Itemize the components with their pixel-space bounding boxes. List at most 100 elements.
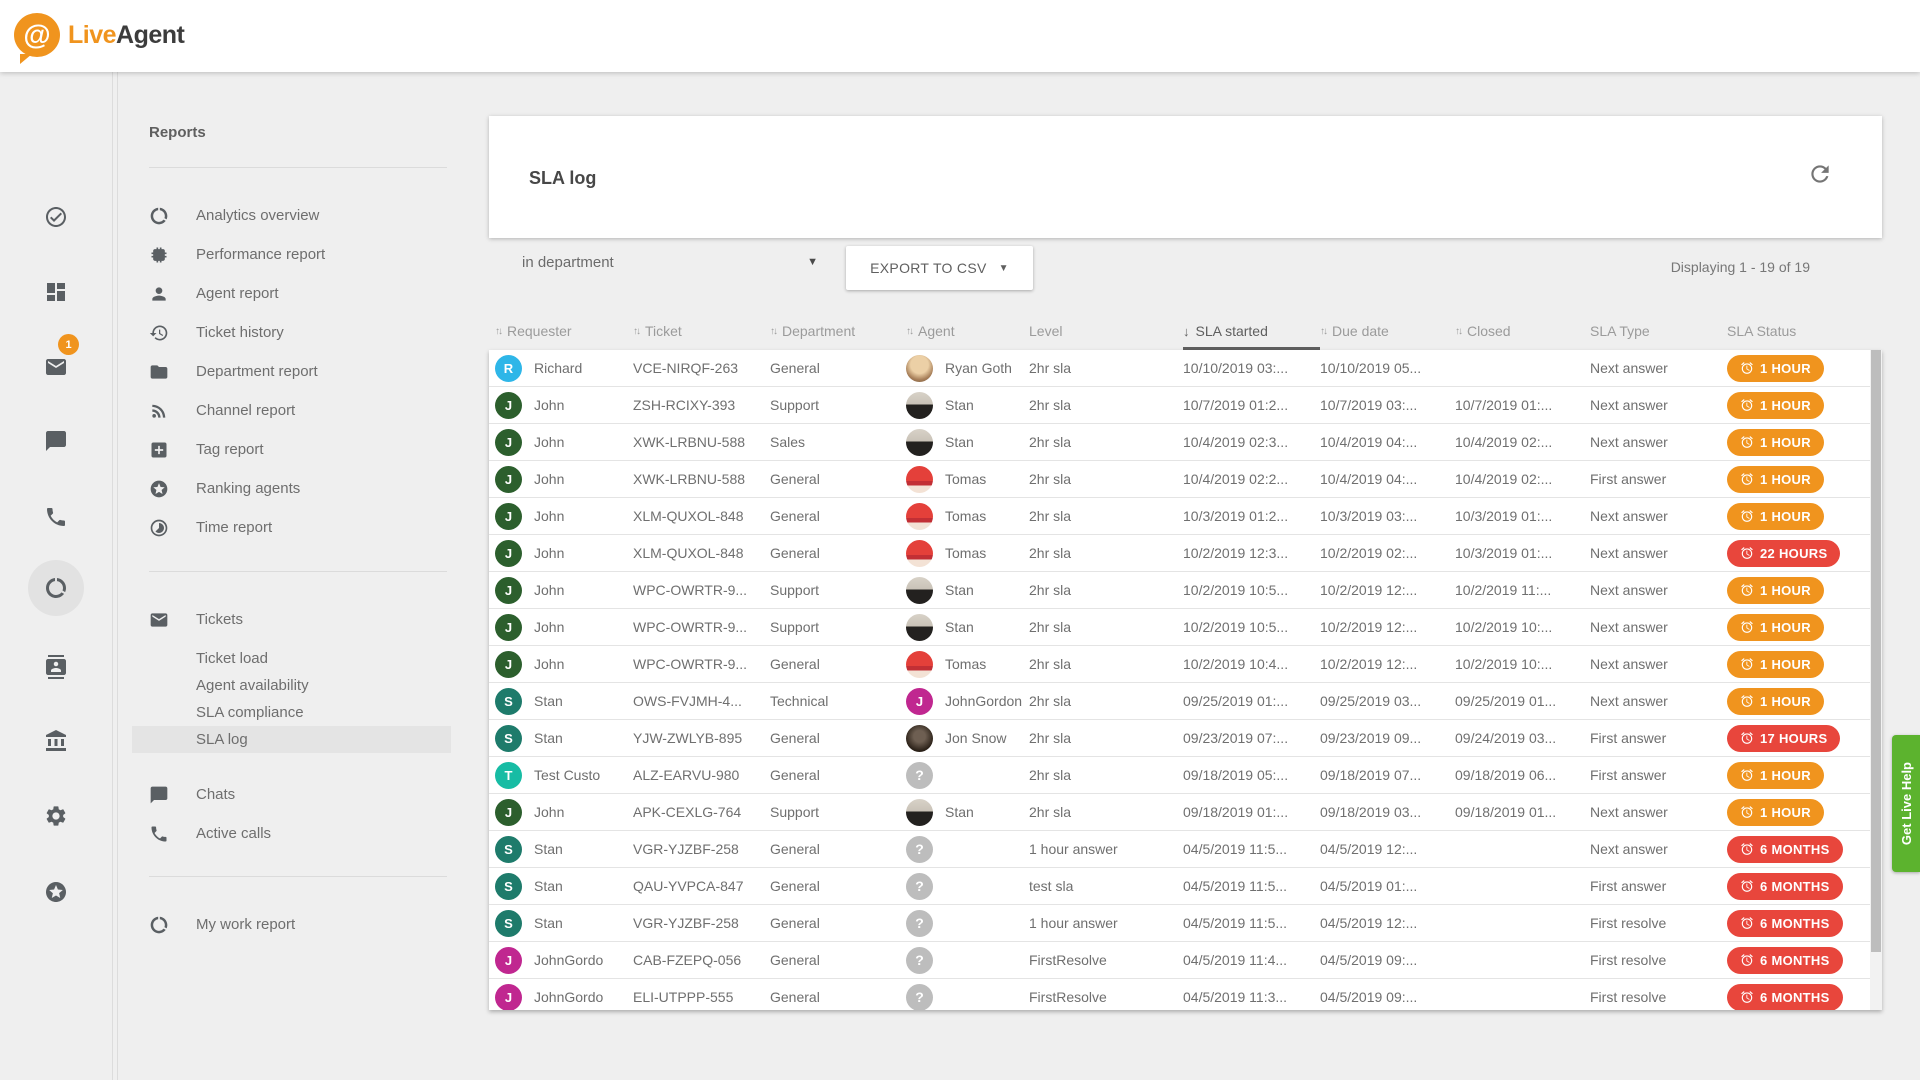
ticket-cell: WPC-OWRTR-9... [633,656,770,672]
chevron-down-icon: ▼ [807,256,818,268]
sidebar-item-active-calls[interactable]: Active calls [118,814,450,853]
sidebar-item-performance-report[interactable]: Performance report [118,235,450,274]
requester-cell: JJohnGordo [495,947,633,974]
table-row[interactable]: JJohnWPC-OWRTR-9...SupportStan2hr sla10/… [489,572,1882,609]
alarm-icon [1740,361,1754,375]
rail-item-dashboard[interactable] [32,268,80,316]
mail-icon [44,355,68,379]
table-row[interactable]: SStanVGR-YJZBF-258General?1 hour answer0… [489,905,1882,942]
requester-cell: JJohn [495,466,633,493]
table-row[interactable]: JJohnXLM-QUXOL-848GeneralTomas2hr sla10/… [489,498,1882,535]
sidebar-subitem-ticket-load[interactable]: Ticket load [132,645,451,672]
sidebar-item-ticket-history[interactable]: Ticket history [118,313,450,352]
table-row[interactable]: SStanVGR-YJZBF-258General?1 hour answer0… [489,831,1882,868]
agent-cell: Tomas [906,651,1029,678]
table-row[interactable]: SStanQAU-YVPCA-847General?test sla04/5/2… [489,868,1882,905]
sla-status-cell: 6 MONTHS [1727,910,1882,937]
scrollbar-thumb[interactable] [1871,350,1881,952]
requester-avatar: J [495,577,522,604]
requester-cell: RRichard [495,355,633,382]
chat-icon [149,785,169,805]
sla-status-cell: 1 HOUR [1727,503,1882,530]
column-header-agent[interactable]: ↑↓Agent [906,323,1029,339]
column-header-requester[interactable]: ↑↓Requester [495,323,633,339]
sla-started-cell: 04/5/2019 11:5... [1183,915,1320,931]
due-date-cell: 09/25/2019 03... [1320,693,1455,709]
mail-icon [149,610,169,630]
table-row[interactable]: JJohnZSH-RCIXY-393SupportStan2hr sla10/7… [489,387,1882,424]
column-header-closed[interactable]: ↑↓Closed [1455,323,1590,339]
table-row[interactable]: JJohnXLM-QUXOL-848GeneralTomas2hr sla10/… [489,535,1882,572]
rail-item-reports[interactable] [28,560,84,616]
sidebar-item-analytics-overview[interactable]: Analytics overview [118,196,450,235]
sidebar-subitem-agent-availability[interactable]: Agent availability [132,672,451,699]
closed-cell: 10/3/2019 01:... [1455,508,1590,524]
department-filter-select[interactable]: in department ▼ [522,242,818,282]
sidebar-item-label: Chats [196,786,235,803]
column-header-department[interactable]: ↑↓Department [770,323,906,339]
table-scrollbar [1870,350,1882,1010]
phone-icon [149,824,169,844]
table-row[interactable]: SStanOWS-FVJMH-4...TechnicalJJohnGordon2… [489,683,1882,720]
column-header-ticket[interactable]: ↑↓Ticket [633,323,770,339]
ticket-cell: QAU-YVPCA-847 [633,878,770,894]
due-date-cell: 10/2/2019 12:... [1320,656,1455,672]
level-cell: 1 hour answer [1029,915,1183,931]
export-to-csv-button[interactable]: EXPORT TO CSV ▼ [846,246,1033,290]
agent-avatar [906,355,933,382]
sidebar-item-label: Active calls [196,825,271,842]
table-row[interactable]: JJohnXWK-LRBNU-588SalesStan2hr sla10/4/2… [489,424,1882,461]
sidebar-subitem-sla-log[interactable]: SLA log [132,726,451,753]
sidebar-item-my-work-report[interactable]: My work report [118,905,450,944]
column-header-due-date[interactable]: ↑↓Due date [1320,323,1455,339]
rail-item-contacts[interactable] [32,643,80,691]
column-header-sla-started[interactable]: ↓SLA started [1183,323,1320,339]
closed-cell: 09/18/2019 06... [1455,767,1590,783]
table-row[interactable]: JJohnGordoCAB-FZEPQ-056General?FirstReso… [489,942,1882,979]
table-row[interactable]: JJohnXWK-LRBNU-588GeneralTomas2hr sla10/… [489,461,1882,498]
agent-cell: ? [906,984,1029,1011]
table-row[interactable]: JJohnWPC-OWRTR-9...SupportStan2hr sla10/… [489,609,1882,646]
get-live-help-tab[interactable]: Get Live Help [1892,735,1920,872]
liveagent-logo[interactable]: @ LiveAgent [14,13,184,57]
rail-item-gear[interactable] [32,792,80,840]
sidebar-item-channel-report[interactable]: Channel report [118,391,450,430]
sla-started-cell: 04/5/2019 11:4... [1183,952,1320,968]
sidebar-item-chats[interactable]: Chats [118,775,450,814]
sidebar-item-label: Tag report [196,441,264,458]
rail-item-check-circle[interactable] [32,193,80,241]
ticket-cell: VGR-YJZBF-258 [633,915,770,931]
table-row[interactable]: TTest CustoALZ-EARVU-980General?2hr sla0… [489,757,1882,794]
agent-cell: Jon Snow [906,725,1029,752]
table-row[interactable]: JJohnGordoELI-UTPPP-555General?FirstReso… [489,979,1882,1010]
rail-item-bank[interactable] [32,717,80,765]
table-row[interactable]: JJohnAPK-CEXLG-764SupportStan2hr sla09/1… [489,794,1882,831]
status-badge: 1 HOUR [1727,355,1824,382]
table-row[interactable]: JJohnWPC-OWRTR-9...GeneralTomas2hr sla10… [489,646,1882,683]
reports-icon [44,576,68,600]
requester-cell: JJohn [495,651,633,678]
rail-item-star-circle[interactable] [32,868,80,916]
alarm-icon [1740,990,1754,1004]
rail-item-phone[interactable] [32,493,80,541]
sidebar-item-tickets[interactable]: Tickets [118,600,450,639]
sla-started-cell: 09/23/2019 07:... [1183,730,1320,746]
sidebar-item-tag-report[interactable]: Tag report [118,430,450,469]
rail-item-chat[interactable] [32,417,80,465]
table-row[interactable]: SStanYJW-ZWLYB-895GeneralJon Snow2hr sla… [489,720,1882,757]
due-date-cell: 10/3/2019 03:... [1320,508,1455,524]
sidebar-subitem-sla-compliance[interactable]: SLA compliance [132,699,451,726]
table-row[interactable]: RRichardVCE-NIRQF-263GeneralRyan Goth2hr… [489,350,1882,387]
alarm-icon [1740,620,1754,634]
sort-icon: ↑↓ [770,326,776,337]
refresh-button[interactable] [1800,154,1840,194]
level-cell: 2hr sla [1029,619,1183,635]
status-badge: 6 MONTHS [1727,947,1843,974]
sidebar-item-department-report[interactable]: Department report [118,352,450,391]
icon-rail: 1 [0,72,113,1080]
ticket-cell: CAB-FZEPQ-056 [633,952,770,968]
sidebar-item-ranking-agents[interactable]: Ranking agents [118,469,450,508]
sidebar-item-time-report[interactable]: Time report [118,508,450,547]
sort-icon: ↑↓ [495,326,501,337]
sidebar-item-agent-report[interactable]: Agent report [118,274,450,313]
